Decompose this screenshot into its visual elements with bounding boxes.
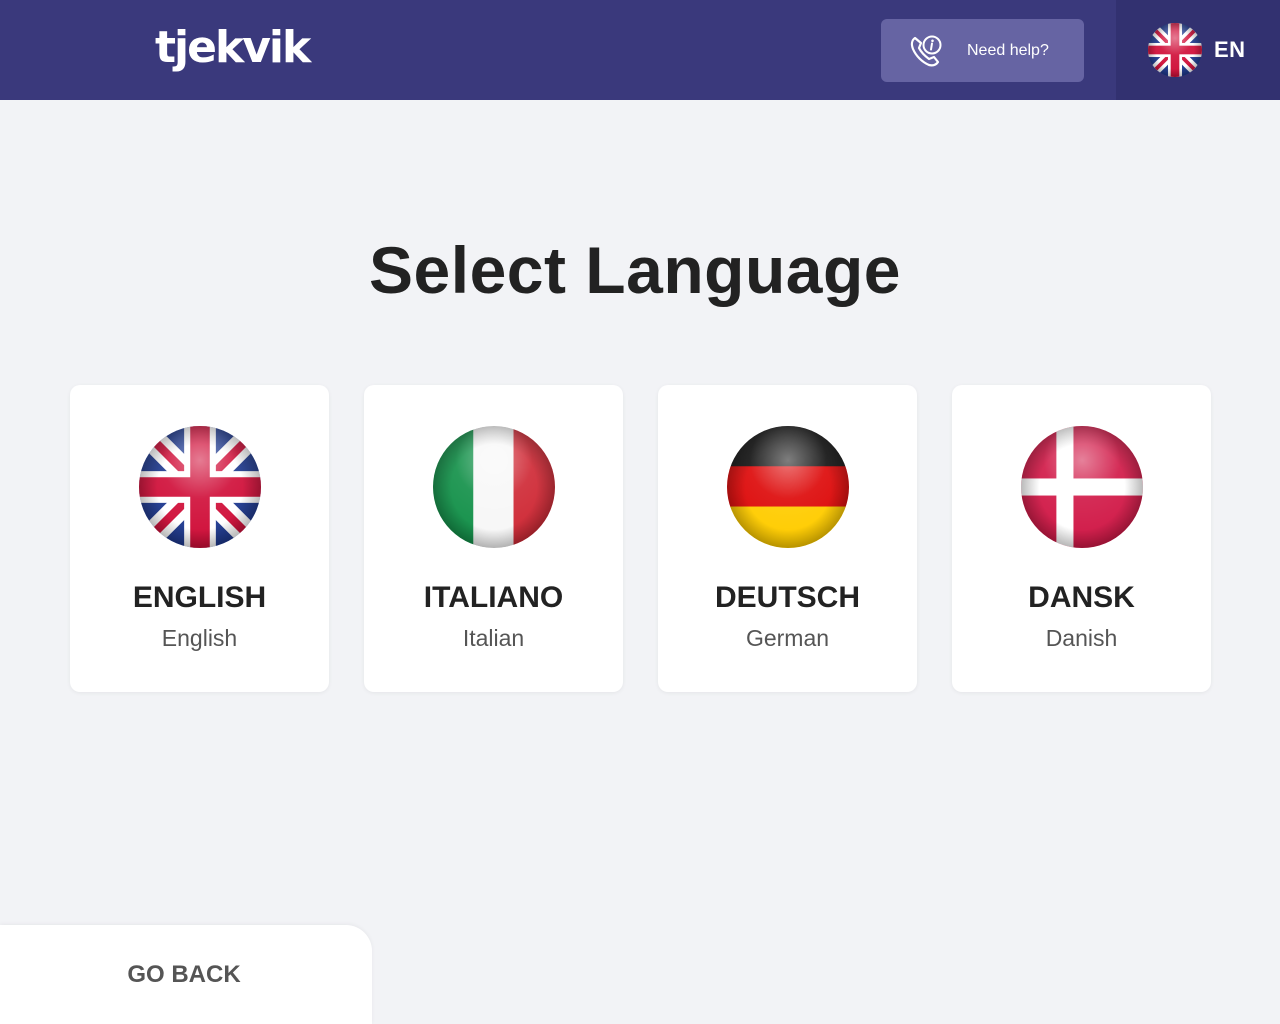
uk-flag-icon	[1148, 23, 1202, 77]
top-bar: tjekvik Need help? EN	[0, 0, 1280, 100]
language-switch[interactable]: EN	[1116, 0, 1280, 100]
go-back-label: GO BACK	[127, 961, 241, 988]
language-native-name: ENGLISH	[132, 581, 267, 614]
italy-flag-icon	[433, 426, 555, 548]
language-card-english[interactable]: ENGLISH English	[70, 385, 329, 692]
language-native-name: DEUTSCH	[714, 581, 860, 614]
uk-flag-icon	[139, 426, 261, 548]
language-english-name: English	[161, 625, 238, 651]
language-english-name: Danish	[1045, 625, 1118, 651]
language-card-italian[interactable]: ITALIANO Italian	[364, 385, 623, 692]
language-options: ENGLISH English ITALIANO Italian DEUTSCH…	[70, 385, 1211, 692]
language-native-name: DANSK	[1028, 581, 1135, 614]
germany-flag-icon	[727, 426, 849, 548]
go-back-button[interactable]: GO BACK	[0, 925, 372, 1024]
language-english-name: German	[745, 625, 830, 651]
page-title: Select Language	[369, 233, 901, 307]
language-card-danish[interactable]: DANSK Danish	[952, 385, 1211, 692]
phone-info-icon	[910, 35, 942, 67]
need-help-button[interactable]: Need help?	[881, 19, 1084, 82]
denmark-flag-icon	[1021, 426, 1143, 548]
need-help-label: Need help?	[967, 42, 1049, 59]
language-native-name: ITALIANO	[423, 581, 564, 614]
tjekvik-logo: tjekvik	[155, 22, 311, 73]
language-english-name: Italian	[462, 625, 525, 651]
language-card-german[interactable]: DEUTSCH German	[658, 385, 917, 692]
current-language-code: EN	[1214, 37, 1246, 62]
